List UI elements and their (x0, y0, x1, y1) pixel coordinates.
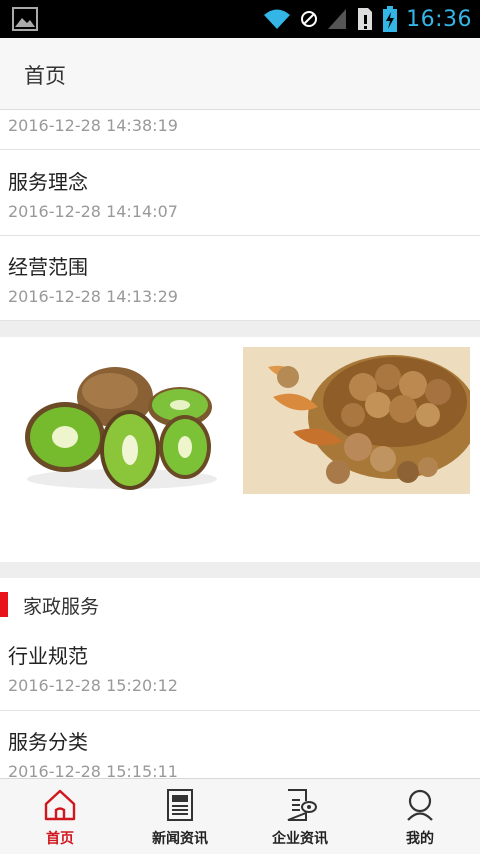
item-title: 服务理念 (8, 170, 88, 194)
section-header: 家政服务 (0, 578, 480, 630)
newspaper-icon (167, 789, 193, 821)
item-date: 2016-12-28 14:38:19 (8, 116, 178, 135)
nav-label: 企业资讯 (272, 831, 328, 847)
bottom-nav: 首页 新闻资讯 企业资讯 我的 (0, 778, 480, 854)
nav-tab-news[interactable]: 新闻资讯 (120, 779, 240, 854)
document-eye-icon (287, 789, 317, 821)
section-accent-bar (0, 592, 8, 617)
walnuts-basket-image[interactable] (243, 347, 470, 494)
nav-tab-home[interactable]: 首页 (0, 779, 120, 854)
nav-tab-mine[interactable]: 我的 (360, 779, 480, 854)
battery-charging-icon (383, 6, 398, 32)
image-icon (12, 7, 38, 31)
list-item[interactable]: 服务分类 2016-12-28 15:15:11 (0, 711, 480, 778)
nav-label: 我的 (406, 831, 434, 847)
item-date: 2016-12-28 15:20:12 (8, 676, 178, 695)
signal-icon (328, 9, 347, 29)
main-content[interactable]: 2016-12-28 14:38:19 服务理念 2016-12-28 14:1… (0, 110, 480, 778)
item-date: 2016-12-28 15:15:11 (8, 762, 178, 778)
nav-label: 新闻资讯 (152, 831, 208, 847)
item-title: 经营范围 (8, 255, 88, 279)
item-date: 2016-12-28 14:13:29 (8, 287, 178, 306)
kiwi-fruit-image[interactable] (10, 347, 235, 494)
sd-alert-icon (358, 8, 373, 30)
list-item[interactable]: 经营范围 2016-12-28 14:13:29 (0, 236, 480, 321)
item-title: 行业规范 (8, 644, 88, 668)
item-date: 2016-12-28 14:14:07 (8, 202, 178, 221)
person-icon (407, 789, 433, 821)
list-item[interactable]: 行业规范 2016-12-28 15:20:12 (0, 630, 480, 711)
image-gallery (0, 337, 480, 562)
item-title: 服务分类 (8, 730, 88, 754)
status-bar: 16:36 (0, 0, 480, 38)
no-sim-icon (301, 11, 318, 27)
app-header: 首页 (0, 38, 480, 110)
wifi-icon (264, 9, 291, 29)
home-icon (44, 789, 76, 821)
list-item[interactable]: 服务理念 2016-12-28 14:14:07 (0, 150, 480, 236)
section-divider (0, 321, 480, 337)
list-item[interactable]: 2016-12-28 14:38:19 (0, 110, 480, 150)
nav-tab-company[interactable]: 企业资讯 (240, 779, 360, 854)
nav-label: 首页 (46, 831, 74, 847)
page-title: 首页 (24, 64, 66, 88)
clock: 16:36 (406, 6, 472, 32)
section-title: 家政服务 (23, 596, 100, 618)
section-divider (0, 562, 480, 578)
